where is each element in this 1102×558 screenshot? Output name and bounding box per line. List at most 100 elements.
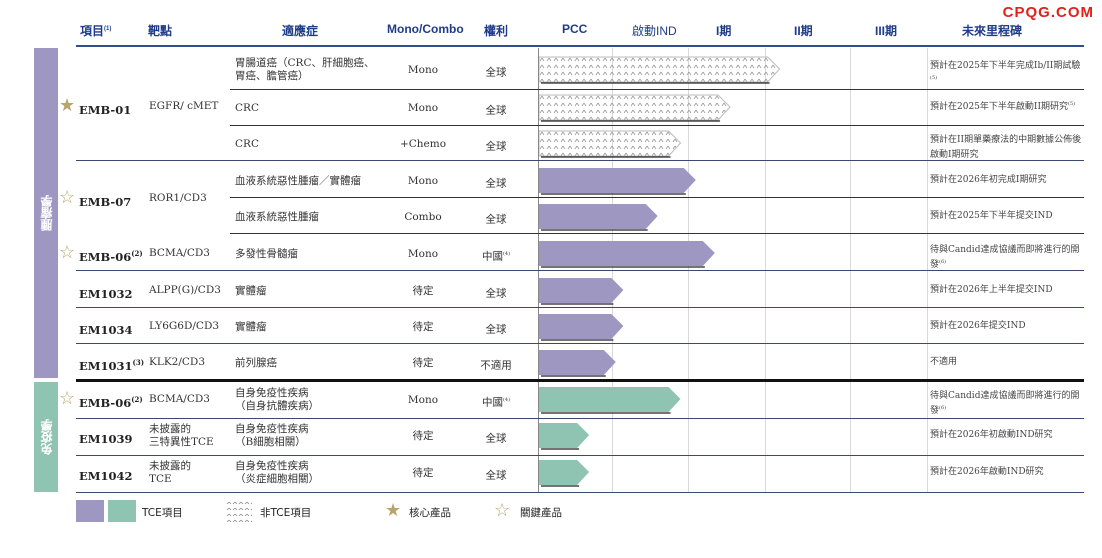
row-milestone: 預計在2026年初完成I期研究 (930, 175, 1047, 185)
row-indication: 前列腺癌 (235, 357, 277, 369)
progress-bar-shape (539, 314, 624, 339)
product-target: 未披露的 TCE (149, 460, 191, 485)
product-target: ALPP(G)/CD3 (149, 284, 221, 296)
row-milestone: 預計在2025年下半年完成Ib/II期試驗(5) (930, 61, 1081, 81)
row-divider (76, 455, 1084, 456)
legend-key-star-icon: ☆ (494, 500, 511, 521)
progress-bar-shape (539, 423, 590, 448)
row-rights: 不適用 (480, 359, 512, 372)
row-divider (76, 418, 1084, 419)
section-divider (76, 379, 1084, 382)
row-indication: 實體瘤 (235, 321, 267, 333)
watermark-text: CPQG.COM (1002, 4, 1094, 21)
row-mono-combo: 待定 (412, 430, 434, 442)
progress-bar-shape (539, 168, 696, 193)
progress-bar-shape (539, 130, 682, 157)
progress-bar-shape (539, 94, 731, 121)
header-rule (76, 45, 1084, 47)
progress-bar-shape (539, 278, 624, 303)
row-indication: CRC (235, 138, 259, 150)
progress-bar (539, 56, 781, 84)
row-indication: 血液系統惡性腫瘤／實體瘤 (235, 175, 361, 187)
key-product-star-icon: ☆ (59, 388, 76, 409)
row-rights: 全球 (485, 66, 507, 79)
progress-bar (539, 387, 681, 414)
row-indication: 自身免疫性疾病 （B細胞相關） (235, 423, 309, 448)
header-phase1: I期 (716, 24, 732, 38)
legend-hatch-swatch (226, 500, 252, 522)
product-name: EM1039 (79, 431, 133, 446)
row-milestone: 預計在2025年下半年提交IND (930, 211, 1053, 221)
product-target: BCMA/CD3 (149, 247, 210, 259)
header-milestone: 未來里程碑 (962, 24, 1023, 38)
row-rights: 全球 (485, 432, 507, 445)
row-mono-combo: +Chemo (399, 138, 447, 150)
header-ind: 啟動IND (632, 24, 677, 38)
row-indication: 實體瘤 (235, 285, 267, 297)
row-rights: 全球 (485, 323, 507, 336)
row-mono-combo: 待定 (412, 357, 434, 369)
header-item: 項目(1) (80, 24, 112, 38)
row-milestone: 預計在2026年啟動IND研究 (930, 467, 1044, 477)
product-target: BCMA/CD3 (149, 393, 210, 405)
progress-bar (539, 460, 590, 487)
progress-bar-shape (539, 350, 616, 375)
product-target: KLK2/CD3 (149, 356, 206, 368)
row-mono-combo: Mono (407, 394, 439, 406)
core-product-star-icon: ★ (59, 95, 76, 116)
row-milestone: 預計在2026年上半年提交IND (930, 285, 1053, 295)
row-milestone: 預計在2026年提交IND (930, 321, 1026, 331)
progress-bar-shape (539, 241, 715, 266)
row-rights: 全球 (485, 213, 507, 226)
row-rights: 全球 (485, 104, 507, 117)
progress-bar-shape (539, 460, 590, 485)
progress-bar (539, 278, 624, 305)
progress-bar (539, 241, 715, 268)
legend-non-tce-label: 非TCE項目 (260, 507, 312, 519)
legend-key-label: 關鍵產品 (520, 507, 562, 519)
row-indication: 血液系統惡性腫瘤 (235, 211, 319, 223)
row-milestone: 待與Candid達成協議而即將進行的開發(6) (930, 245, 1080, 270)
row-rights: 全球 (485, 287, 507, 300)
progress-bar-shape (539, 387, 681, 412)
row-indication: 胃腸道癌（CRC、肝細胞癌、 胃癌、膽管癌） (235, 57, 375, 82)
row-divider (76, 343, 1084, 344)
row-indication: CRC (235, 102, 259, 114)
legend-core-star-icon: ★ (385, 500, 402, 521)
header-indication: 適應症 (282, 24, 319, 38)
legend-core-label: 核心產品 (409, 507, 451, 519)
legend-oncology-swatch (76, 500, 104, 522)
row-rights: 全球 (485, 469, 507, 482)
product-target: LY6G6D/CD3 (149, 320, 220, 332)
row-milestone: 預計在2026年初啟動IND研究 (930, 430, 1053, 440)
row-divider (76, 307, 1084, 308)
sub-row-divider (230, 125, 1084, 126)
product-name: EMB-06(2) (79, 395, 143, 410)
row-milestone: 預計在II期單藥療法的中期數據公佈後啟動I期研究 (930, 135, 1082, 160)
progress-bar (539, 204, 658, 231)
legend-tce-label: TCE項目 (142, 507, 183, 519)
row-indication: 自身免疫性疾病 （炎症細胞相關） (235, 460, 319, 485)
key-product-star-icon: ☆ (59, 242, 76, 263)
row-mono-combo: 待定 (412, 467, 434, 479)
row-indication: 多發性骨髓瘤 (235, 248, 298, 260)
row-mono-combo: Mono (407, 64, 439, 76)
row-milestone: 預計在2025年下半年啟動II期研究(5) (930, 101, 1076, 112)
product-name: EM1031(3) (79, 358, 145, 373)
header-phase3: III期 (875, 24, 898, 38)
product-name: EM1042 (79, 468, 133, 483)
row-mono-combo: Mono (407, 248, 439, 260)
progress-bar-shape (539, 56, 781, 83)
row-rights: 中國(4) (481, 250, 511, 263)
sub-row-divider (230, 197, 1084, 198)
row-rights: 中國(4) (481, 396, 511, 409)
row-milestone: 待與Candid達成協議而即將進行的開發(6) (930, 391, 1080, 416)
product-name: EMB-01 (79, 102, 132, 117)
header-rights: 權利 (484, 24, 509, 38)
product-name: EM1034 (79, 322, 133, 337)
product-target: 未披露的 三特異性TCE (149, 423, 214, 448)
header-monocombo: Mono/Combo (387, 22, 464, 36)
row-mono-combo: Mono (407, 102, 439, 114)
key-product-star-icon: ☆ (59, 187, 76, 208)
progress-bar (539, 314, 624, 341)
